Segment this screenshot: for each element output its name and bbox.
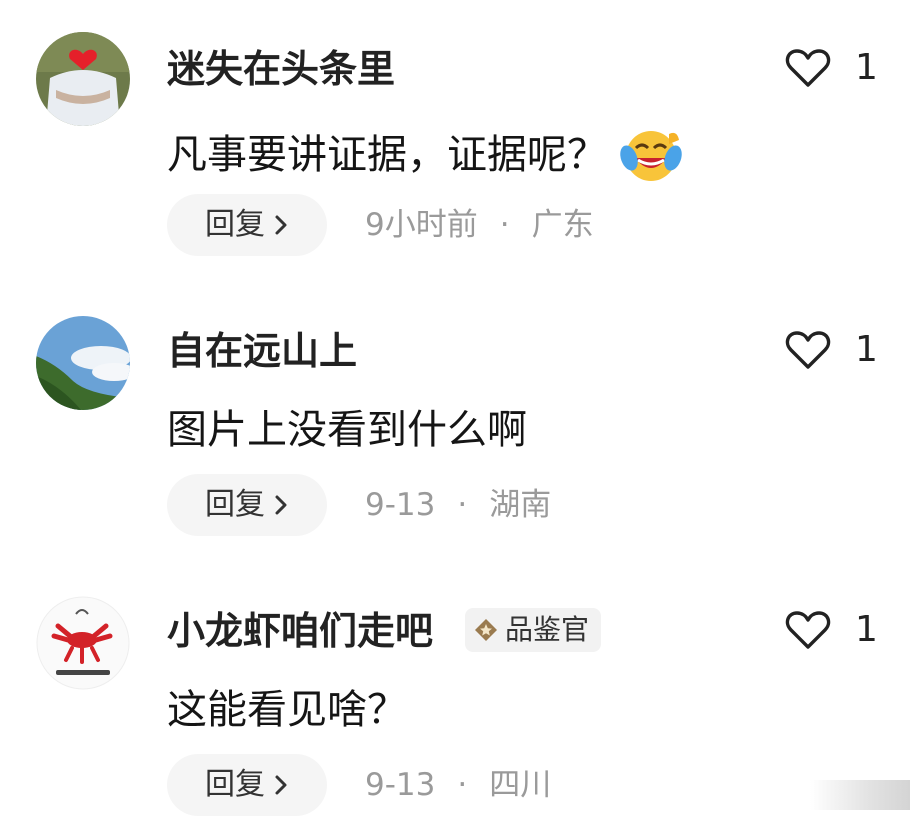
comment-item: 迷失在头条里 1 凡事要讲证据，证据呢？ 回复 9小时前 · 广东 [0,0,910,280]
reply-label: 回复 [205,767,265,802]
avatar[interactable] [36,32,130,126]
watermark-smudge [810,780,910,810]
username[interactable]: 自在远山上 [167,332,357,370]
comment-text: 图片上没看到什么啊 [167,410,527,450]
comment-item: 自在远山上 1 图片上没看到什么啊 回复 9-13 · 湖南 [0,280,910,560]
heart-icon[interactable] [785,330,831,370]
comment-item: 小龙虾咱们走吧 品鉴官 1 这能看见啥？ 回复 9-13 · 四川 [0,560,910,840]
comment-time: 9-13 [365,487,436,523]
like-button[interactable]: 1 [785,610,878,650]
reply-label: 回复 [205,487,265,522]
chevron-right-icon [275,215,287,235]
comment-location: 湖南 [489,487,552,523]
like-count: 1 [855,47,878,88]
laugh-cry-emoji-icon [620,131,682,181]
like-count: 1 [855,329,878,370]
medal-icon [475,619,497,641]
comment-meta: 9-13 · 湖南 [365,490,551,521]
like-button[interactable]: 1 [785,330,878,370]
like-count: 1 [855,609,878,650]
comment-text-content: 这能看见啥？ [167,687,407,733]
comment-meta: 9小时前 · 广东 [365,210,594,241]
like-button[interactable]: 1 [785,48,878,88]
comment-text-content: 图片上没看到什么啊 [167,407,527,453]
reply-button[interactable]: 回复 [167,474,327,536]
heart-icon[interactable] [785,610,831,650]
badge-label: 品鉴官 [505,613,590,646]
comment-text: 凡事要讲证据，证据呢？ [167,126,683,184]
username[interactable]: 小龙虾咱们走吧 [167,612,433,650]
comment-time: 9小时前 [365,207,478,243]
chevron-right-icon [275,775,287,795]
username[interactable]: 迷失在头条里 [167,50,395,88]
comment-text: 这能看见啥？ [167,690,407,730]
user-badge: 品鉴官 [465,608,602,652]
meta-separator: · [457,487,468,523]
comment-location: 广东 [531,207,594,243]
reply-button[interactable]: 回复 [167,194,327,256]
avatar[interactable] [36,316,130,410]
reply-button[interactable]: 回复 [167,754,327,816]
avatar[interactable] [36,596,130,690]
comment-time: 9-13 [365,767,436,803]
comment-meta: 9-13 · 四川 [365,770,551,801]
heart-icon[interactable] [785,48,831,88]
chevron-right-icon [275,495,287,515]
comment-location: 四川 [489,767,552,803]
comment-text-content: 凡事要讲证据，证据呢？ [167,132,607,178]
reply-label: 回复 [205,207,265,242]
meta-separator: · [457,767,468,803]
meta-separator: · [499,207,510,243]
